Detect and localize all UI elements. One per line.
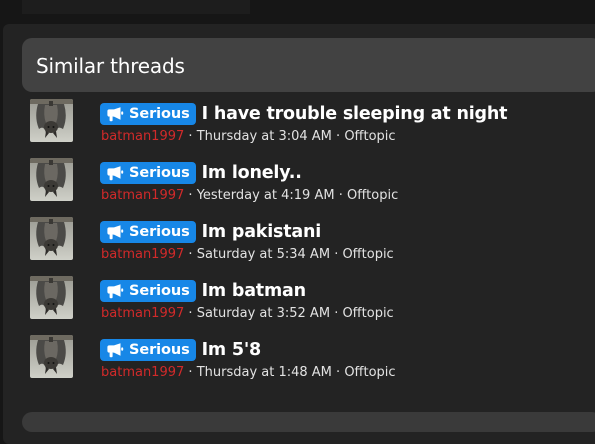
prefix-label: Serious — [129, 106, 190, 122]
prefix-label: Serious — [129, 283, 190, 299]
megaphone-icon — [106, 224, 124, 240]
avatar[interactable] — [30, 158, 73, 201]
thread-title-line: Serious Im lonely.. — [100, 161, 302, 185]
meta-separator: · — [188, 247, 197, 262]
meta-separator: · — [338, 188, 347, 203]
author-link[interactable]: batman1997 — [101, 306, 184, 321]
megaphone-icon — [106, 106, 124, 122]
avatar[interactable] — [30, 217, 73, 260]
thread-title-link[interactable]: I have trouble sleeping at night — [202, 104, 508, 124]
megaphone-icon — [106, 283, 124, 299]
thread-item[interactable]: Serious Im batman batman1997 · Saturday … — [30, 276, 590, 335]
prefix-badge[interactable]: Serious — [100, 339, 196, 361]
meta-separator: · — [188, 129, 197, 144]
thread-item[interactable]: Serious Im lonely.. batman1997 · Yesterd… — [30, 158, 590, 217]
prefix-badge[interactable]: Serious — [100, 221, 196, 243]
megaphone-icon — [106, 165, 124, 181]
thread-item[interactable]: Serious Im 5'8 batman1997 · Thursday at … — [30, 335, 590, 394]
prefix-badge[interactable]: Serious — [100, 162, 196, 184]
forum-link[interactable]: Offtopic — [344, 129, 395, 144]
thread-title-line: Serious I have trouble sleeping at night — [100, 102, 507, 126]
thread-meta: batman1997 · Thursday at 1:48 AM · Offto… — [101, 365, 396, 381]
author-link[interactable]: batman1997 — [101, 188, 184, 203]
prefix-badge[interactable]: Serious — [100, 103, 196, 125]
megaphone-icon — [106, 342, 124, 358]
thread-title-link[interactable]: Im pakistani — [202, 222, 322, 242]
meta-separator: · — [188, 306, 197, 321]
avatar[interactable] — [30, 335, 73, 378]
thread-item[interactable]: Serious I have trouble sleeping at night… — [30, 99, 590, 158]
avatar[interactable] — [30, 276, 73, 319]
thread-title-line: Serious Im pakistani — [100, 220, 321, 244]
thread-meta: batman1997 · Saturday at 3:52 AM · Offto… — [101, 306, 394, 322]
forum-link[interactable]: Offtopic — [342, 247, 393, 262]
thread-date[interactable]: Thursday at 1:48 AM — [197, 365, 332, 380]
thread-title-link[interactable]: Im lonely.. — [202, 163, 302, 183]
thread-meta: batman1997 · Thursday at 3:04 AM · Offto… — [101, 129, 396, 145]
prefix-label: Serious — [129, 165, 190, 181]
thread-title-line: Serious Im batman — [100, 279, 306, 303]
previous-block-edge — [22, 0, 250, 14]
thread-title-link[interactable]: Im batman — [202, 281, 306, 301]
thread-date[interactable]: Yesterday at 4:19 AM — [197, 188, 335, 203]
similar-threads-list: Serious I have trouble sleeping at night… — [30, 99, 590, 394]
thread-meta: batman1997 · Yesterday at 4:19 AM · Offt… — [101, 188, 398, 204]
forum-link[interactable]: Offtopic — [344, 365, 395, 380]
thread-title-link[interactable]: Im 5'8 — [202, 340, 262, 360]
thread-title-line: Serious Im 5'8 — [100, 338, 261, 362]
author-link[interactable]: batman1997 — [101, 247, 184, 262]
author-link[interactable]: batman1997 — [101, 129, 184, 144]
thread-date[interactable]: Saturday at 3:52 AM — [197, 306, 330, 321]
prefix-badge[interactable]: Serious — [100, 280, 196, 302]
meta-separator: · — [188, 188, 197, 203]
prefix-label: Serious — [129, 224, 190, 240]
next-block-edge — [22, 412, 595, 432]
section-title: Similar threads — [36, 54, 185, 78]
meta-separator: · — [188, 365, 197, 380]
thread-date[interactable]: Thursday at 3:04 AM — [197, 129, 332, 144]
forum-link[interactable]: Offtopic — [347, 188, 398, 203]
avatar[interactable] — [30, 99, 73, 142]
thread-meta: batman1997 · Saturday at 5:34 AM · Offto… — [101, 247, 394, 263]
thread-date[interactable]: Saturday at 5:34 AM — [197, 247, 330, 262]
thread-item[interactable]: Serious Im pakistani batman1997 · Saturd… — [30, 217, 590, 276]
author-link[interactable]: batman1997 — [101, 365, 184, 380]
forum-link[interactable]: Offtopic — [342, 306, 393, 321]
prefix-label: Serious — [129, 342, 190, 358]
